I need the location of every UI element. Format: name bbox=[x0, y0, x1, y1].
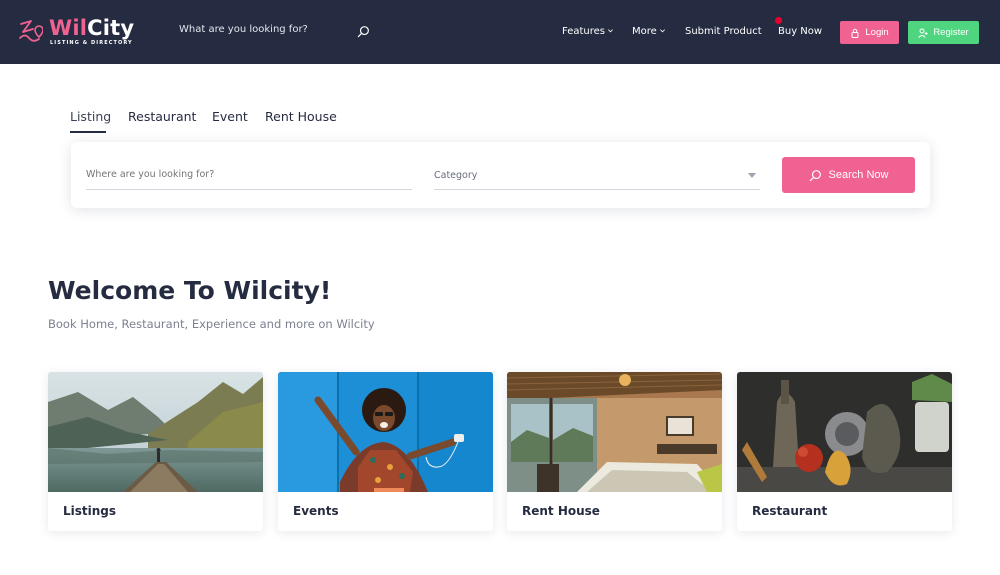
register-label: Register bbox=[933, 27, 969, 38]
login-label: Login bbox=[865, 27, 889, 38]
logo-tagline: LISTING & DIRECTORY bbox=[50, 40, 133, 46]
search-icon[interactable] bbox=[357, 25, 370, 38]
tab-restaurant[interactable]: Restaurant bbox=[128, 108, 196, 126]
card-label-events: Events bbox=[293, 504, 339, 518]
wilcity-logo[interactable]: WilCity LISTING & DIRECTORY bbox=[17, 16, 134, 48]
header-search[interactable]: What are you looking for? bbox=[179, 20, 371, 44]
buy-now-notification-dot bbox=[775, 17, 782, 24]
location-field[interactable] bbox=[86, 160, 412, 190]
nav-submit-product[interactable]: Submit Product bbox=[685, 25, 762, 39]
search-now-label: Search Now bbox=[828, 169, 889, 181]
nav-buy-now[interactable]: Buy Now bbox=[778, 25, 822, 39]
card-label-listings: Listings bbox=[63, 504, 117, 518]
map-pin-logo-icon bbox=[19, 20, 43, 42]
location-input[interactable] bbox=[86, 160, 412, 188]
still-life-food-image bbox=[737, 372, 952, 492]
nav-features-label: Features bbox=[562, 26, 605, 37]
card-label-rent-house: Rent House bbox=[522, 504, 600, 518]
dropdown-caret-icon bbox=[748, 173, 756, 178]
chevron-down-icon bbox=[659, 28, 665, 32]
page-subtitle: Book Home, Restaurant, Experience and mo… bbox=[48, 317, 375, 331]
nav-more-label: More bbox=[632, 26, 657, 37]
tab-event[interactable]: Event bbox=[212, 108, 248, 126]
card-label-restaurant: Restaurant bbox=[752, 504, 828, 518]
active-tab-indicator bbox=[70, 131, 106, 133]
lake-mountain-image bbox=[48, 372, 263, 492]
logo-wordmark: WilCity bbox=[49, 16, 135, 40]
search-now-button[interactable]: Search Now bbox=[782, 157, 915, 193]
bedroom-interior-image bbox=[507, 372, 722, 492]
register-button[interactable]: Register bbox=[908, 21, 979, 44]
nav-features[interactable]: Features bbox=[562, 25, 614, 39]
category-card-rent-house[interactable]: Rent House bbox=[507, 372, 722, 531]
category-card-events[interactable]: Events bbox=[278, 372, 493, 531]
category-card-listings[interactable]: Listings bbox=[48, 372, 263, 531]
tab-rent-house[interactable]: Rent House bbox=[265, 108, 337, 126]
category-select-label: Category bbox=[434, 170, 478, 181]
search-icon bbox=[809, 169, 821, 181]
login-button[interactable]: Login bbox=[840, 21, 899, 44]
happy-woman-image bbox=[278, 372, 493, 492]
category-card-restaurant[interactable]: Restaurant bbox=[737, 372, 952, 531]
tab-listing[interactable]: Listing bbox=[70, 108, 111, 126]
nav-more[interactable]: More bbox=[632, 25, 666, 39]
category-select[interactable]: Category bbox=[434, 160, 760, 190]
lock-icon bbox=[851, 28, 859, 38]
header-search-placeholder[interactable]: What are you looking for? bbox=[179, 24, 308, 35]
chevron-down-icon bbox=[608, 28, 613, 32]
search-panel: Category Search Now bbox=[71, 142, 930, 208]
add-user-icon bbox=[918, 28, 929, 38]
page-title: Welcome To Wilcity! bbox=[48, 276, 332, 305]
top-navigation-bar: WilCity LISTING & DIRECTORY What are you… bbox=[0, 0, 1000, 64]
